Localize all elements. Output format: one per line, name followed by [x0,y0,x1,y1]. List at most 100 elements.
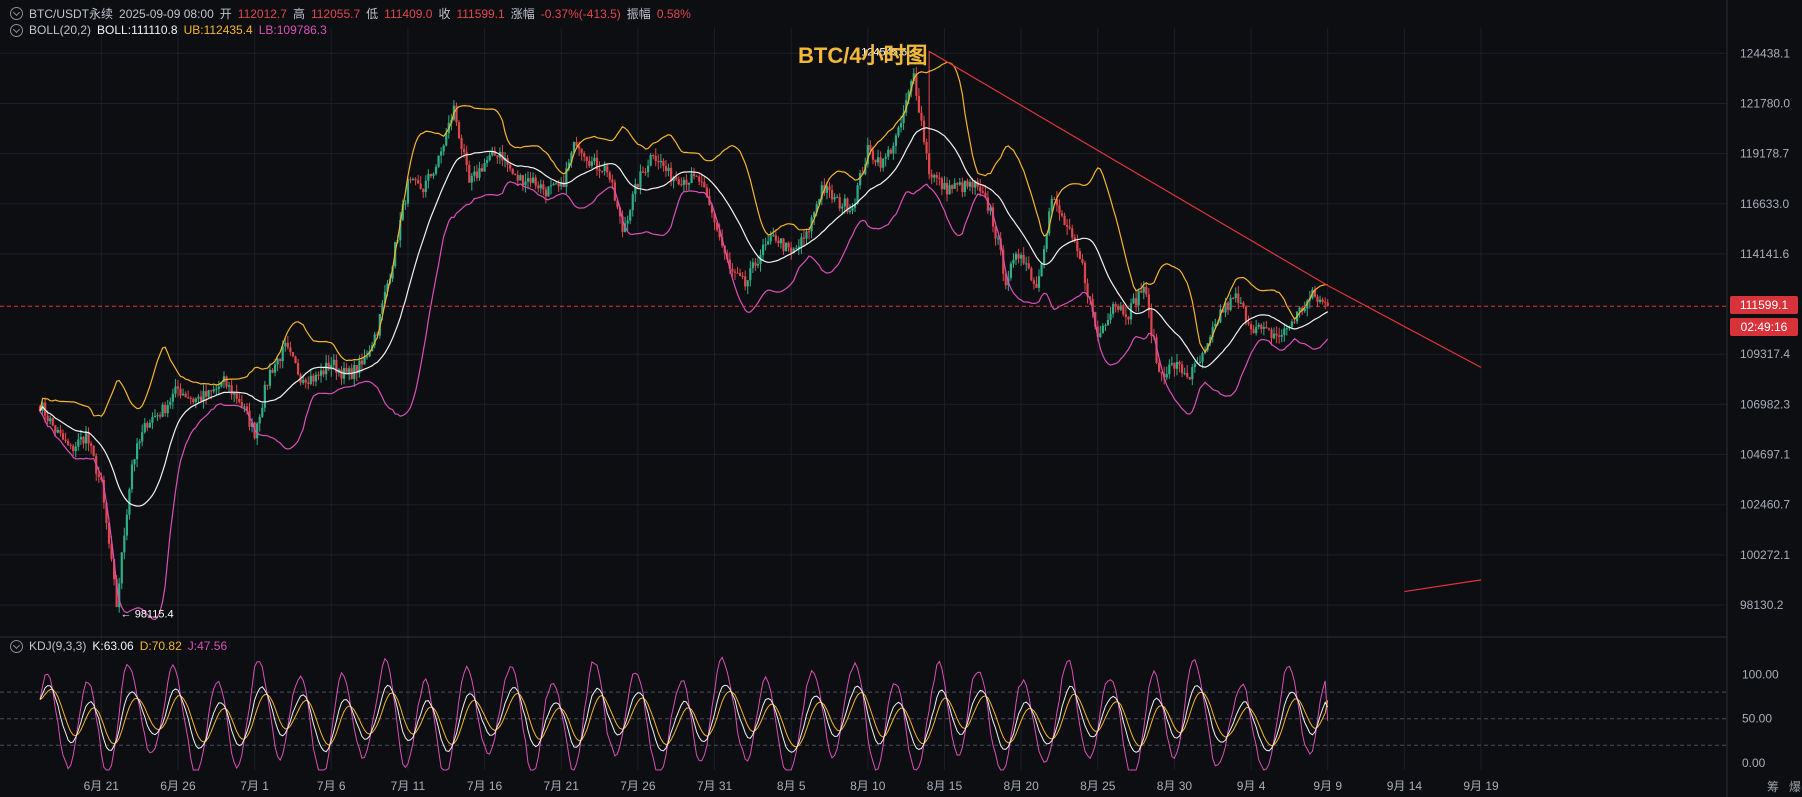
candle [215,384,218,396]
candle [519,173,522,181]
candle-body [555,183,558,185]
boll-label[interactable]: BOLL(20,2) [29,23,91,37]
candle [779,238,783,249]
collapse-icon[interactable] [10,639,23,653]
candle-body [611,179,614,183]
collapse-icon[interactable] [10,7,23,20]
candle-body [733,271,737,273]
candle-body [309,375,312,384]
collapse-icon[interactable] [10,23,23,37]
candle [1198,355,1202,365]
candle-body [787,242,790,248]
chart-root[interactable]: 124438.1 121780.0 119178.7 116633.0 114141.6… [0,0,1802,797]
candle [1053,197,1056,200]
candle [1191,363,1194,386]
candle [1066,219,1069,236]
candle [1071,224,1074,243]
candle [802,229,806,246]
candle-body [539,184,542,189]
candle-body [695,176,698,178]
candle [1255,319,1258,336]
candle [1257,322,1260,330]
candle [902,105,905,130]
kdj-k: K:63.06 [92,639,134,653]
candle-body [1249,324,1253,330]
candle [271,368,274,374]
candle-body [289,347,292,353]
candle [928,51,931,180]
candle-body [897,127,900,136]
candle-body [1275,333,1278,336]
candle [547,186,550,197]
trendline-segment[interactable] [1404,579,1482,593]
candle-body [1114,304,1117,306]
open-label: 开 [219,7,232,21]
candle-body [1201,353,1204,362]
candle-body [521,175,524,186]
liquidation-button[interactable]: 爆 [1789,778,1801,795]
candle-body [544,189,547,197]
candle-body [547,186,550,197]
candle-body [1267,328,1271,330]
candle [1027,256,1030,270]
candle-body [851,207,854,211]
candle-body [429,173,433,177]
candle-body [1068,226,1071,229]
candle [235,384,238,404]
candle-body [1030,268,1033,281]
candle-body [997,238,1000,240]
candle-body [585,156,588,161]
candle [465,145,468,172]
candle [309,368,312,386]
candle [1265,320,1268,329]
symbol-label[interactable]: BTC/USDT永续 [29,5,113,22]
candle [1226,301,1230,315]
candle-body [125,514,128,536]
candle [552,182,555,186]
candle-body [1035,283,1038,288]
candle-body [654,155,657,162]
chart-canvas[interactable]: 124438.1 121780.0 119178.7 116633.0 114141.6… [0,0,1802,797]
candle-body [802,237,806,239]
candle-body [833,197,836,200]
candle [207,389,210,399]
candle-body [828,186,831,190]
candle-body [286,342,289,348]
candle [915,66,918,101]
candle-body [1324,301,1327,303]
y-tick-label: 109317.4 [1740,347,1790,361]
candle [537,181,540,193]
candle [951,184,954,194]
kdj-label[interactable]: KDJ(9,3,3) [29,639,86,653]
candle-body [1265,327,1268,329]
candle [695,174,698,178]
candle [419,175,422,190]
x-tick-label: 9月 19 [1463,779,1499,793]
candle [1045,233,1048,253]
candle-body [258,416,261,424]
candle-body [698,176,701,182]
candle [230,379,233,400]
candle [268,363,272,390]
candle-body [703,182,706,188]
candle-body [943,182,946,190]
candle-body [838,197,841,209]
chips-button[interactable]: 筹 [1767,778,1779,795]
candle [549,179,553,195]
candle [790,241,793,260]
candle-body [189,397,192,399]
candle-body [230,385,233,395]
candle [138,439,141,450]
candle-body [956,183,959,185]
candle-body [887,149,890,157]
x-tick-label: 7月 11 [391,779,426,793]
kdj-y-tick-label: 0.00 [1742,756,1766,770]
descending-trendline[interactable] [928,50,1482,368]
candle-body [225,376,228,387]
candle [894,133,898,154]
candle [884,153,887,167]
candle [930,169,933,185]
candle [240,394,243,408]
candle-body [580,148,583,154]
low-label: 低 [366,7,379,21]
